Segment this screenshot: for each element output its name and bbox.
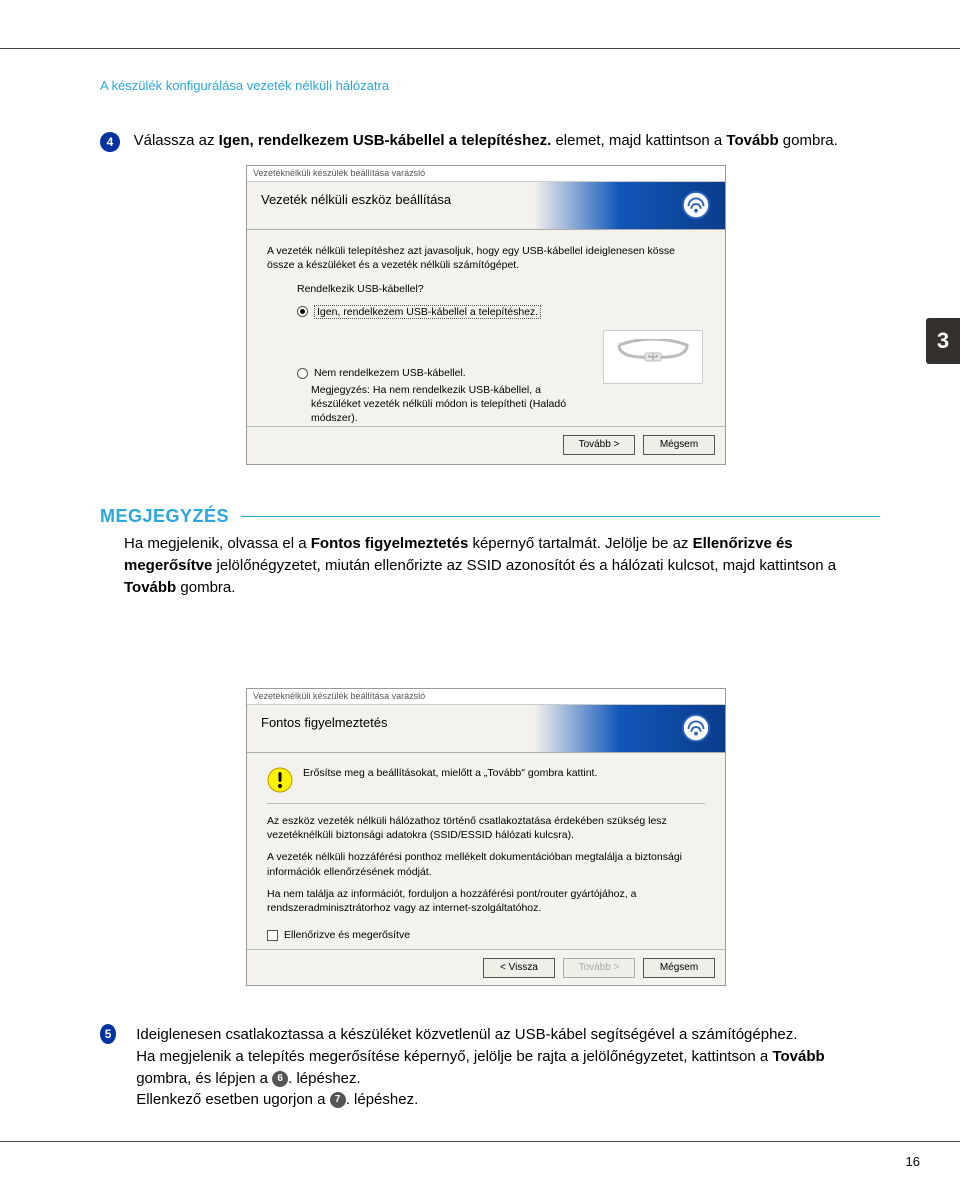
wizard2-p2: A vezeték nélküli hozzáférési ponthoz me… bbox=[267, 850, 705, 878]
note-heading: MEGJEGYZÉS bbox=[100, 506, 229, 527]
wizard2-p1: Az eszköz vezeték nélküli hálózathoz tör… bbox=[267, 814, 705, 842]
note-line-a: Ha megjelenik, olvassa el a bbox=[124, 535, 311, 552]
page-section-header: A készülék konfigurálása vezeték nélküli… bbox=[100, 78, 389, 93]
note-line-e: jelölőnégyzetet, miután ellenőrizte az S… bbox=[212, 557, 836, 574]
warning-icon bbox=[267, 767, 293, 793]
wizard1-header-title: Vezeték nélküli eszköz beállítása bbox=[261, 192, 725, 207]
note-heading-rule bbox=[241, 516, 880, 517]
note-line-b: Fontos figyelmeztetés bbox=[311, 535, 469, 552]
chapter-side-tab: 3 bbox=[926, 318, 960, 364]
wizard1-radio-yes[interactable]: Igen, rendelkezem USB-kábellel a telepít… bbox=[297, 305, 705, 319]
wizard2-back-button[interactable]: < Vissza bbox=[483, 958, 555, 978]
wifi-icon bbox=[681, 713, 711, 743]
note-line-g: gombra. bbox=[176, 579, 235, 596]
wizard2-p3: Ha nem találja az információt, forduljon… bbox=[267, 887, 705, 915]
step4-text-suffix: gombra. bbox=[779, 132, 838, 149]
wizard2-warn-line: Erősítse meg a beállításokat, mielőtt a … bbox=[303, 767, 597, 779]
wizard2-header: Fontos figyelmeztetés bbox=[247, 705, 725, 753]
bottom-horizontal-rule bbox=[0, 1141, 960, 1142]
step4-text-mid: elemet, majd kattintson a bbox=[551, 132, 726, 149]
note-block: MEGJEGYZÉS Ha megjelenik, olvassa el a F… bbox=[100, 506, 880, 598]
note-line-c: képernyő tartalmát. Jelölje be az bbox=[468, 535, 692, 552]
step-5-instruction: 5 Ideiglenesen csatlakoztassa a készülék… bbox=[100, 1024, 880, 1111]
wizard1-intro: A vezeték nélküli telepítéshez azt javas… bbox=[267, 244, 705, 272]
wizard1-window: Vezetéknélküli készülék beállítása varáz… bbox=[246, 165, 726, 465]
step5-line1: Ideiglenesen csatlakoztassa a készüléket… bbox=[136, 1026, 797, 1043]
checkbox-empty-icon bbox=[267, 930, 278, 941]
step5-line2-bold: Tovább bbox=[772, 1048, 824, 1065]
radio-selected-icon bbox=[297, 306, 308, 317]
step5-line2c: gombra, és lépjen a bbox=[136, 1070, 272, 1087]
step-ref-6-badge: 6 bbox=[272, 1071, 288, 1087]
wizard2-confirm-checkbox[interactable]: Ellenőrizve és megerősítve bbox=[267, 929, 705, 941]
step5-line3b: . lépéshez. bbox=[346, 1091, 419, 1108]
page-number: 16 bbox=[906, 1154, 920, 1169]
step-4-instruction: 4 Válassza az Igen, rendelkezem USB-kábe… bbox=[100, 130, 880, 152]
wizard1-footer: Tovább > Mégsem bbox=[247, 426, 725, 462]
note-line-f: Tovább bbox=[124, 579, 176, 596]
wizard1-note: Megjegyzés: Ha nem rendelkezik USB-kábel… bbox=[311, 383, 591, 426]
step4-bold-option: Igen, rendelkezem USB-kábellel a telepít… bbox=[219, 132, 552, 149]
wizard2-footer: < Vissza Tovább > Mégsem bbox=[247, 949, 725, 985]
wizard2-body: Erősítse meg a beállításokat, mielőtt a … bbox=[247, 753, 725, 949]
top-horizontal-rule bbox=[0, 48, 960, 49]
step4-bold-next: Tovább bbox=[726, 132, 778, 149]
wizard2-divider bbox=[267, 803, 705, 804]
usb-cable-illustration bbox=[603, 330, 703, 384]
wifi-icon bbox=[681, 190, 711, 220]
wizard1-cancel-button[interactable]: Mégsem bbox=[643, 435, 715, 455]
step-4-badge: 4 bbox=[100, 132, 120, 152]
step5-line2d: . lépéshez. bbox=[288, 1070, 361, 1087]
wizard1-header: Vezeték nélküli eszköz beállítása bbox=[247, 182, 725, 230]
wizard2-titlebar: Vezetéknélküli készülék beállítása varáz… bbox=[247, 689, 725, 705]
wizard2-window: Vezetéknélküli készülék beállítása varáz… bbox=[246, 688, 726, 986]
wizard2-cancel-button[interactable]: Mégsem bbox=[643, 958, 715, 978]
wizard2-header-title: Fontos figyelmeztetés bbox=[261, 715, 725, 730]
step4-text-prefix: Válassza az bbox=[134, 132, 219, 149]
wizard1-question: Rendelkezik USB-kábellel? bbox=[297, 282, 705, 296]
wizard2-checkbox-label: Ellenőrizve és megerősítve bbox=[284, 929, 410, 941]
wizard1-radio-yes-label: Igen, rendelkezem USB-kábellel a telepít… bbox=[314, 305, 541, 319]
step5-line2a: Ha megjelenik a telepítés megerősítése k… bbox=[136, 1048, 772, 1065]
wizard2-next-button: Tovább > bbox=[563, 958, 635, 978]
wizard1-radio-no-label: Nem rendelkezem USB-kábellel. bbox=[314, 367, 466, 379]
step5-line3a: Ellenkező esetben ugorjon a bbox=[136, 1091, 329, 1108]
wizard1-body: A vezeték nélküli telepítéshez azt javas… bbox=[247, 230, 725, 426]
wizard1-titlebar: Vezetéknélküli készülék beállítása varáz… bbox=[247, 166, 725, 182]
radio-unselected-icon bbox=[297, 368, 308, 379]
step-5-badge: 5 bbox=[100, 1024, 116, 1044]
step-ref-7-badge: 7 bbox=[330, 1092, 346, 1108]
wizard1-next-button[interactable]: Tovább > bbox=[563, 435, 635, 455]
